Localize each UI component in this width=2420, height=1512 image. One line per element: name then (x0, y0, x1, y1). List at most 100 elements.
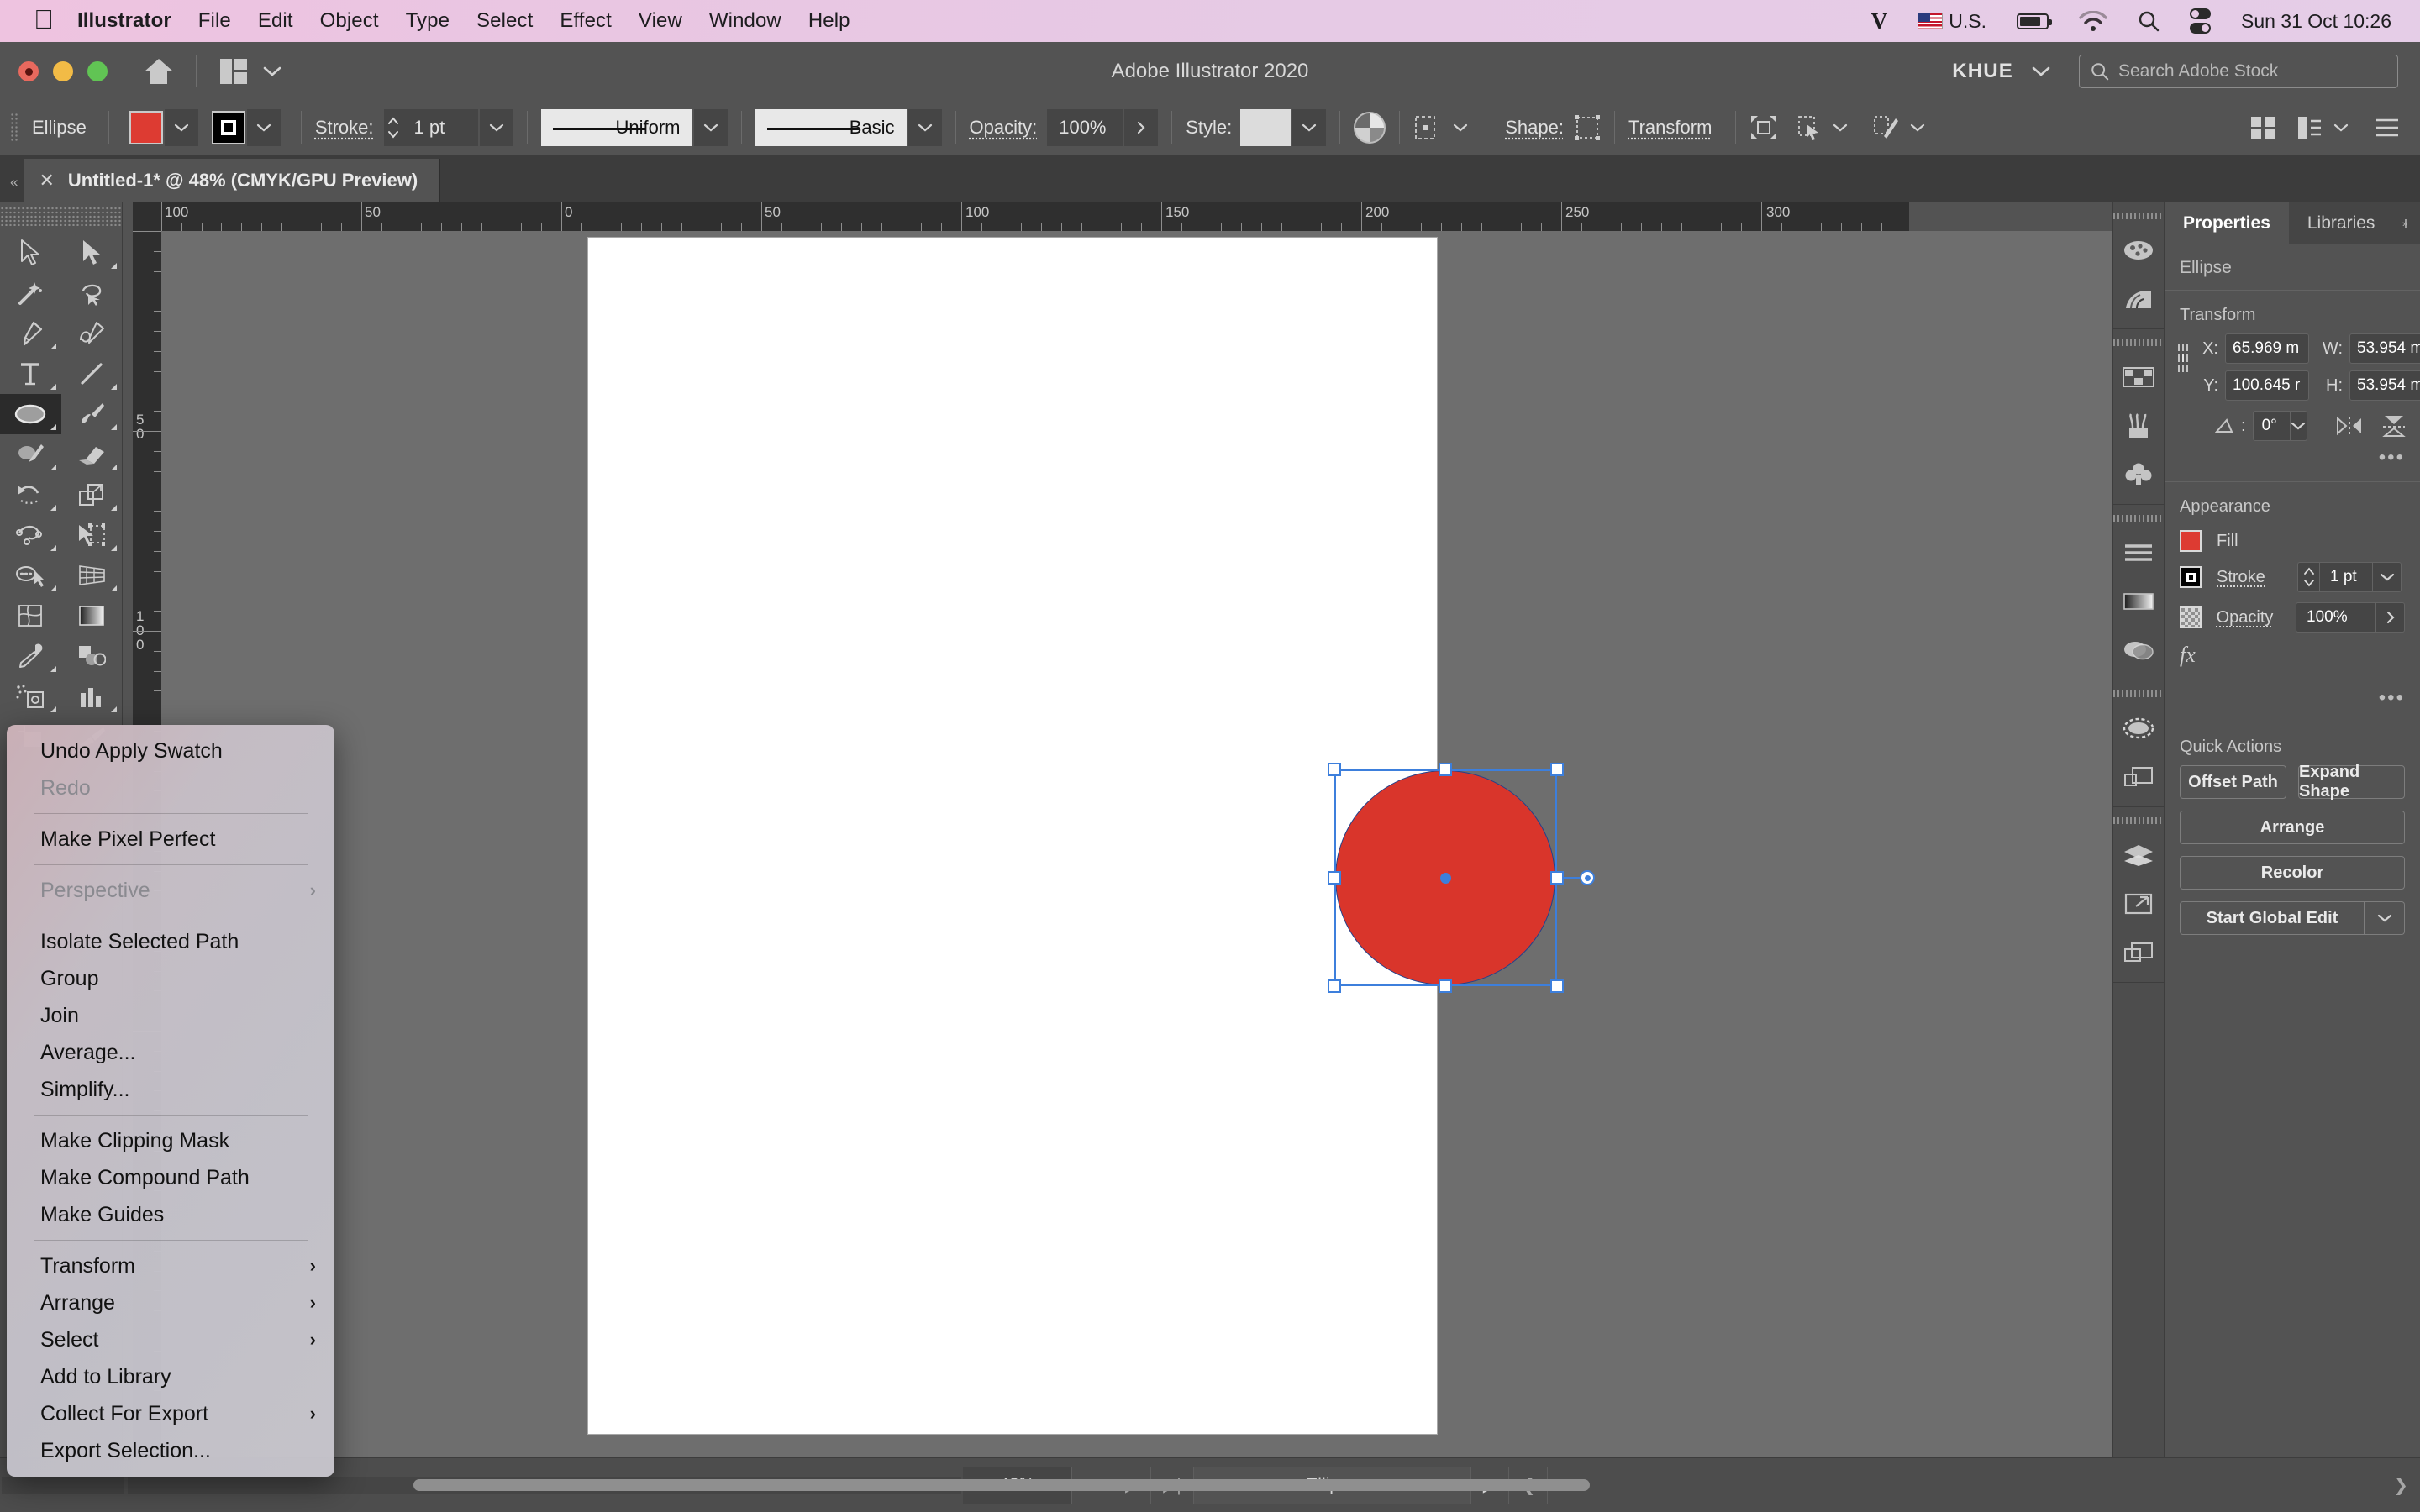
menu-item-select[interactable]: Select › (7, 1321, 334, 1358)
stroke-swatch[interactable] (211, 111, 245, 144)
home-icon[interactable] (144, 57, 174, 86)
opacity-chevron-right-icon[interactable] (1124, 109, 1159, 146)
recolor-artwork-icon[interactable] (1354, 112, 1386, 144)
menu-item-isolate-selected-path[interactable]: Isolate Selected Path (7, 923, 334, 960)
menu-item-group[interactable]: Group (7, 960, 334, 997)
menu-illustrator[interactable]: Illustrator (77, 9, 171, 33)
menu-item-simplify[interactable]: Simplify... (7, 1071, 334, 1108)
wifi-icon[interactable] (2079, 10, 2107, 32)
menu-type[interactable]: Type (406, 9, 450, 33)
h-input[interactable]: 53.954 m (2349, 370, 2420, 401)
swatches-icon[interactable] (2113, 353, 2164, 402)
brush-definition-select[interactable]: Basic (755, 109, 907, 146)
menu-window[interactable]: Window (709, 9, 781, 33)
expand-shape-button[interactable]: Expand Shape (2298, 763, 2405, 801)
minimize-window-button[interactable] (53, 61, 73, 81)
curvature-tool[interactable] (61, 313, 123, 354)
panel-grip-icon[interactable] (2113, 209, 2164, 223)
isolate-selection-icon[interactable] (1749, 114, 1778, 141)
canvas-horizontal-scrollbar[interactable] (128, 1477, 1590, 1494)
stroke-weight-stepper[interactable] (2297, 562, 2319, 592)
document-arrange-icon[interactable] (2250, 116, 2275, 139)
ruler-corner[interactable] (133, 202, 161, 231)
align-chevron-down-icon[interactable] (1444, 109, 1477, 146)
ellipse-tool[interactable] (0, 394, 61, 434)
mesh-tool[interactable] (0, 596, 61, 636)
symbol-sprayer-tool[interactable] (0, 676, 61, 717)
menu-edit[interactable]: Edit (258, 9, 293, 33)
opacity-chevron-right-icon[interactable] (2376, 602, 2405, 633)
lasso-tool[interactable] (61, 273, 123, 313)
style-chevron-down-icon[interactable] (1292, 109, 1327, 146)
menu-view[interactable]: View (639, 9, 682, 33)
tab-libraries[interactable]: Libraries (2289, 202, 2394, 244)
shape-builder-tool[interactable] (0, 555, 61, 596)
opacity-label[interactable]: Opacity (2217, 608, 2296, 627)
arrange-chevron-down-icon[interactable] (263, 66, 281, 77)
apple-icon[interactable]:  (34, 6, 54, 33)
x-input[interactable]: 65.969 m (2225, 333, 2309, 364)
opacity-input[interactable]: 100% (2296, 602, 2376, 633)
shape-icon[interactable] (1574, 114, 1601, 141)
y-input[interactable]: 100.645 r (2225, 370, 2309, 401)
brush-chevron-down-icon[interactable] (908, 109, 942, 146)
menu-item-add-to-library[interactable]: Add to Library (7, 1358, 334, 1395)
panel-grip-icon[interactable] (10, 113, 18, 143)
stroke-chevron-down-icon[interactable] (246, 109, 281, 146)
align-icon[interactable] (1413, 114, 1442, 141)
panel-grip-icon[interactable] (2113, 687, 2164, 701)
type-tool[interactable] (0, 354, 61, 394)
stroke-weight-chevron-down-icon[interactable] (2373, 562, 2402, 592)
shape-label[interactable]: Shape: (1505, 117, 1564, 139)
menu-item-make-compound-path[interactable]: Make Compound Path (7, 1159, 334, 1196)
eyedropper-tool[interactable] (0, 636, 61, 676)
stroke-color-control[interactable] (211, 109, 281, 146)
stroke-weight-chevron-down-icon[interactable] (479, 109, 513, 146)
menubar-clock[interactable]: Sun 31 Oct 10:26 (2241, 10, 2391, 33)
vpn-icon[interactable]: V (1871, 8, 1888, 34)
control-center-icon[interactable] (2189, 8, 2211, 34)
export-icon[interactable] (2113, 879, 2164, 928)
live-shape-radius-widget[interactable] (1580, 870, 1595, 885)
rotation-angle-input[interactable]: 0° (2252, 411, 2291, 441)
maximize-window-button[interactable] (87, 61, 108, 81)
menu-help[interactable]: Help (808, 9, 850, 33)
width-tool[interactable] (0, 515, 61, 555)
close-window-button[interactable] (18, 61, 39, 81)
user-chevron-down-icon[interactable] (2032, 66, 2050, 77)
workspace-switch-icon[interactable] (2297, 116, 2323, 139)
pen-tool[interactable] (0, 313, 61, 354)
stroke-swatch[interactable] (2180, 566, 2202, 588)
eraser-tool[interactable] (61, 434, 123, 475)
paintbrush-tool[interactable] (61, 394, 123, 434)
stroke-weight-input[interactable]: 1 pt (2319, 562, 2373, 592)
tab-properties[interactable]: Properties (2165, 202, 2289, 244)
offset-path-button[interactable]: Offset Path (2180, 765, 2286, 799)
document-tab[interactable]: ✕ Untitled-1* @ 48% (CMYK/GPU Preview) (24, 159, 441, 202)
perspective-grid-tool[interactable] (61, 555, 123, 596)
selection-tool[interactable] (0, 233, 61, 273)
start-global-edit-button[interactable]: Start Global Edit (2180, 901, 2365, 935)
fill-color-control[interactable] (129, 109, 198, 146)
menu-select[interactable]: Select (476, 9, 533, 33)
line-segment-tool[interactable] (61, 354, 123, 394)
flip-horizontal-icon[interactable] (2336, 415, 2363, 437)
panel-grip-icon[interactable] (2113, 336, 2164, 349)
flip-vertical-icon[interactable] (2381, 414, 2407, 438)
drawing-mode-chevron-down-icon[interactable] (1901, 109, 1934, 146)
direct-selection-tool[interactable] (61, 233, 123, 273)
artboard[interactable] (588, 238, 1595, 1434)
menu-object[interactable]: Object (320, 9, 379, 33)
drawing-mode-icon[interactable] (1872, 114, 1899, 141)
horizontal-scroll-thumb[interactable] (413, 1479, 1590, 1491)
search-adobe-stock-field[interactable]: Search Adobe Stock (2079, 55, 2398, 88)
menu-file[interactable]: File (198, 9, 231, 33)
fill-swatch[interactable] (2180, 530, 2202, 552)
opacity-input[interactable]: 100% (1047, 109, 1123, 146)
color-palette-icon[interactable] (2113, 226, 2164, 275)
input-source-indicator[interactable]: U.S. (1918, 10, 1986, 33)
opacity-label[interactable]: Opacity: (970, 117, 1038, 139)
blend-tool[interactable] (61, 636, 123, 676)
collapse-panel-icon[interactable]: » (2393, 202, 2420, 244)
panel-grip-icon[interactable] (0, 207, 122, 226)
